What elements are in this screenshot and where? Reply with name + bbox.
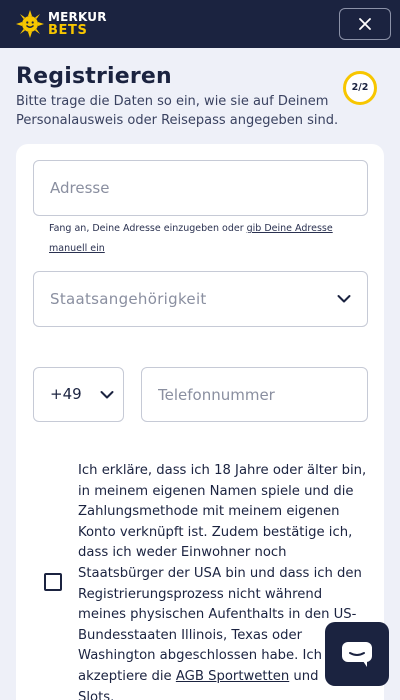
consent-end: Slots. (78, 689, 115, 700)
consent-checkbox[interactable] (44, 573, 62, 591)
close-icon (359, 18, 371, 30)
chevron-down-icon (100, 391, 114, 399)
app-header: MERKUR BETS (0, 0, 400, 48)
phone-prefix-value: +49 (50, 385, 82, 403)
close-button[interactable] (339, 8, 391, 40)
phone-field[interactable] (141, 367, 368, 422)
address-field[interactable] (33, 160, 368, 216)
step-indicator: 2/2 (351, 82, 369, 93)
chevron-down-icon (337, 295, 351, 303)
consent-after-link: und (289, 668, 319, 684)
nationality-placeholder: Staatsangehörigkeit (50, 290, 207, 308)
chat-button[interactable] (325, 622, 389, 686)
brand-bottom-text: BETS (48, 23, 88, 38)
nationality-select[interactable]: Staatsangehörigkeit (33, 271, 368, 327)
address-input[interactable] (34, 161, 367, 215)
merkur-bets-logo[interactable]: MERKUR BETS (16, 8, 108, 40)
page-title: Registrieren (16, 64, 172, 89)
sun-logo-icon (16, 10, 44, 38)
address-hint: Fang an, Deine Adresse einzugeben oder g… (49, 219, 349, 259)
consent-body: Ich erkläre, dass ich 18 Jahre oder älte… (78, 463, 367, 684)
chat-icon (342, 642, 372, 667)
phone-input[interactable] (142, 368, 367, 421)
terms-sports-betting-link[interactable]: AGB Sportwetten (176, 669, 289, 684)
phone-prefix-select[interactable]: +49 (33, 367, 124, 422)
page-subtitle: Bitte trage die Daten so ein, wie sie au… (16, 94, 339, 128)
address-hint-text: Fang an, Deine Adresse einzugeben oder (49, 223, 247, 234)
